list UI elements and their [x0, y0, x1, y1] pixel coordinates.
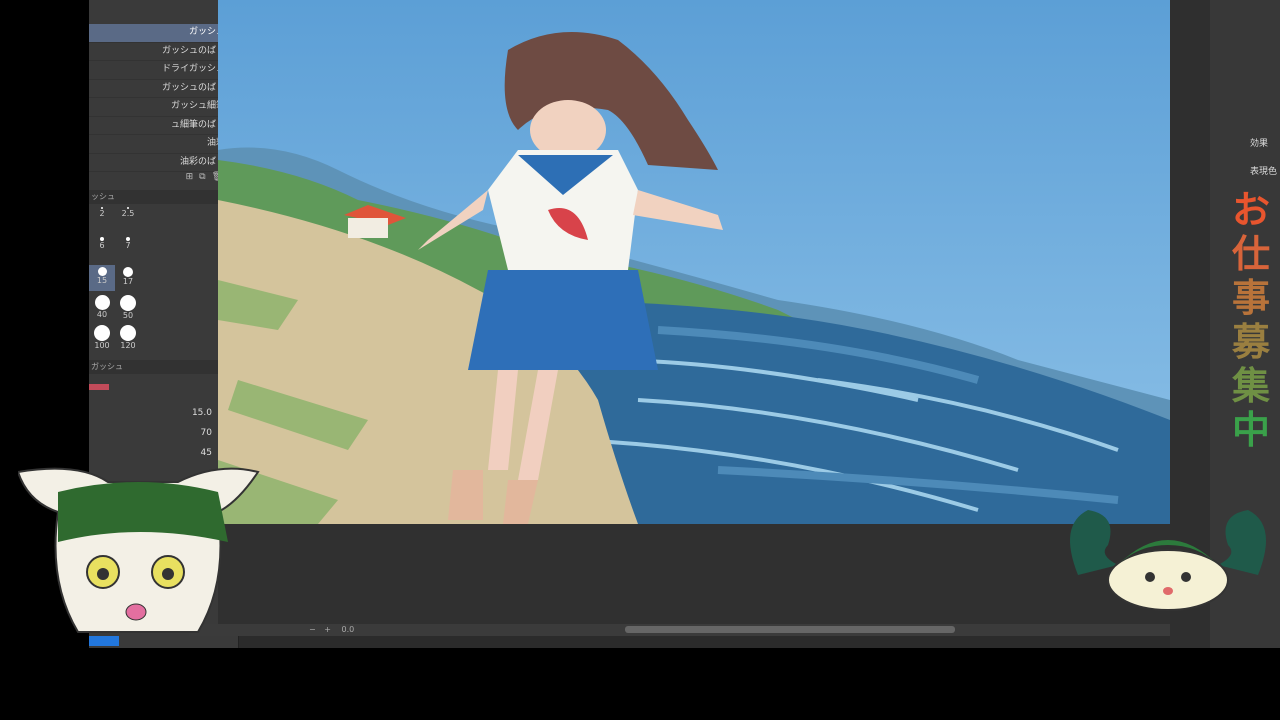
sub-tool-item[interactable]: ガッシュ	[89, 24, 229, 43]
sub-tool-item[interactable]: ガッシュ細筆	[89, 98, 229, 117]
zoom-in-icon[interactable]: +	[324, 625, 331, 634]
sub-tool-item[interactable]: ガッシュのばし	[89, 43, 229, 61]
size-preset[interactable]: 2.5	[115, 205, 141, 231]
sub-tool-item[interactable]: 油彩のばし	[89, 154, 229, 172]
mascot-right-image	[1070, 510, 1266, 611]
artwork-painting	[218, 0, 1170, 524]
sub-tool-item[interactable]: ガッシュのばし	[89, 80, 229, 98]
opacity-value[interactable]: 70	[201, 428, 212, 438]
sub-tool-item[interactable]: 油彩	[89, 135, 229, 154]
size-preset[interactable]: 120	[115, 323, 141, 350]
paint-amount-value[interactable]: 45	[201, 448, 212, 458]
horizontal-scrollbar[interactable]	[625, 626, 955, 633]
mascot-left-image	[18, 467, 260, 633]
zoom-value[interactable]: 0.0	[342, 625, 355, 634]
size-preset[interactable]: 40	[89, 293, 115, 319]
sub-tool-list: ガッシュ ガッシュのばし ドライガッシュ ガッシュのばし ガッシュ細筆 ュ細筆の…	[89, 24, 229, 172]
recruiting-overlay-text: お 仕 事 募 集 中	[1229, 188, 1273, 452]
size-label: 40	[96, 310, 108, 319]
size-label: 15	[96, 276, 108, 285]
duplicate-icon[interactable]: ⧉	[199, 172, 205, 186]
sub-tool-item[interactable]: ドライガッシュ	[89, 61, 229, 80]
add-icon[interactable]: ⊞	[186, 172, 194, 186]
sub-tool-actions: ⊞ ⧉ 🗑	[103, 172, 223, 186]
color-swatch	[89, 384, 109, 390]
expression-color-label: 表現色	[1250, 167, 1278, 177]
drawing-canvas[interactable]	[218, 0, 1170, 524]
size-label: 100	[94, 341, 110, 350]
overlay-char: 事	[1231, 276, 1270, 320]
overlay-char: 仕	[1231, 232, 1270, 276]
size-label: 50	[122, 311, 134, 320]
size-label: 6	[99, 241, 105, 250]
canvas-background-area	[218, 524, 1170, 624]
size-preset[interactable]: 100	[89, 323, 115, 350]
size-label: 2.5	[121, 209, 135, 218]
size-label: 2	[99, 209, 105, 218]
zoom-out-icon[interactable]: −	[309, 625, 316, 634]
effect-label: 効果	[1250, 139, 1269, 149]
size-preset[interactable]: 2	[89, 205, 115, 231]
overlay-char: お	[1231, 188, 1270, 232]
brush-size-property[interactable]: 15.0 ⇳	[89, 404, 238, 424]
overlay-char: 募	[1231, 320, 1270, 364]
brush-size-value[interactable]: 15.0	[192, 408, 212, 418]
paint-amount-property[interactable]: 45 ⇳	[89, 444, 238, 464]
size-label: 17	[122, 277, 134, 286]
size-preset[interactable]: 17	[115, 265, 141, 291]
size-preset[interactable]: 50	[115, 293, 141, 320]
size-label: 7	[125, 241, 131, 250]
size-preset-selected[interactable]: 15	[89, 265, 115, 291]
overlay-char: 集	[1231, 364, 1270, 408]
size-label: 120	[120, 341, 136, 350]
brush-size-grid: 2 2.5 6 7 15 17 40 50 100 120	[89, 205, 229, 355]
opacity-property[interactable]: 70 ⇳	[89, 424, 238, 444]
sub-tool-item[interactable]: ュ細筆のばし	[89, 117, 229, 135]
size-preset[interactable]: 6	[89, 235, 115, 261]
overlay-char: 中	[1231, 408, 1270, 452]
size-preset[interactable]: 7	[115, 235, 141, 261]
